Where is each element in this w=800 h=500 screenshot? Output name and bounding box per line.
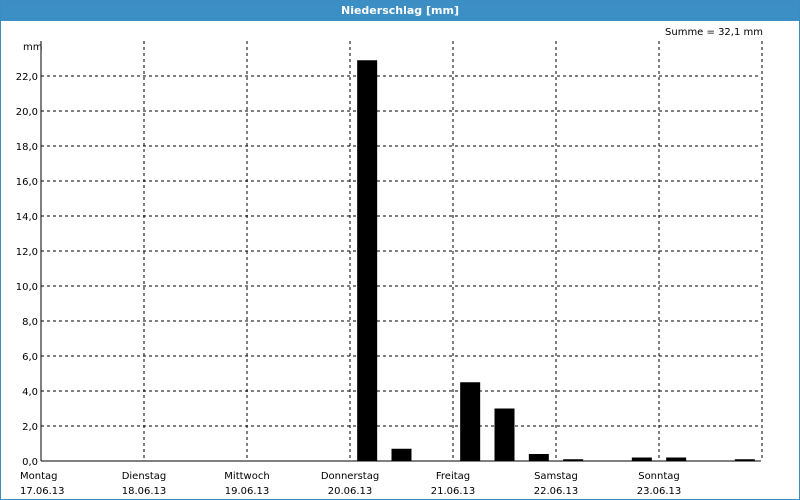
- precipitation-bar: [460, 382, 481, 461]
- precipitation-bar: [528, 454, 549, 461]
- precipitation-bar: [391, 448, 412, 461]
- x-tick-day: Samstag: [534, 471, 578, 482]
- x-tick-date: 18.06.13: [122, 486, 167, 497]
- x-tick-date: 19.06.13: [225, 486, 270, 497]
- y-tick-label: 0,0: [22, 457, 38, 468]
- y-tick-label: 22,0: [16, 72, 38, 83]
- x-tick-day: Sonntag: [638, 471, 680, 482]
- y-tick-label: 18,0: [16, 142, 38, 153]
- precipitation-bar: [666, 457, 687, 461]
- y-tick-label: 10,0: [16, 282, 38, 293]
- y-tick-label: 8,0: [22, 317, 38, 328]
- x-tick-date: 20.06.13: [328, 486, 373, 497]
- precipitation-chart: 0,0 2,0 4,0 6,0 8,0 10,0 12,0 14,0 16,0 18,0 20,0 2…: [16, 41, 763, 497]
- x-tick-date: 23.06.13: [637, 486, 682, 497]
- y-tick-label: 16,0: [16, 177, 38, 188]
- y-tick-label: 6,0: [22, 352, 38, 363]
- precipitation-bar: [631, 457, 652, 461]
- x-tick-day: Montag: [20, 471, 57, 482]
- x-tick-day: Freitag: [436, 471, 470, 482]
- x-tick-day: Dienstag: [122, 471, 167, 482]
- x-tick-date: 22.06.13: [534, 486, 579, 497]
- y-tick-label: 4,0: [22, 387, 38, 398]
- y-tick-label: 2,0: [22, 422, 38, 433]
- y-tick-label: 20,0: [16, 107, 38, 118]
- x-tick-date: 17.06.13: [20, 486, 65, 497]
- x-tick-day: Donnerstag: [321, 471, 379, 482]
- x-tick-day: Mittwoch: [224, 471, 269, 482]
- precipitation-bar: [357, 60, 378, 461]
- y-tick-label: 12,0: [16, 247, 38, 258]
- precipitation-bar: [494, 408, 515, 461]
- x-tick-date: 21.06.13: [431, 486, 476, 497]
- y-tick-label: 14,0: [16, 212, 38, 223]
